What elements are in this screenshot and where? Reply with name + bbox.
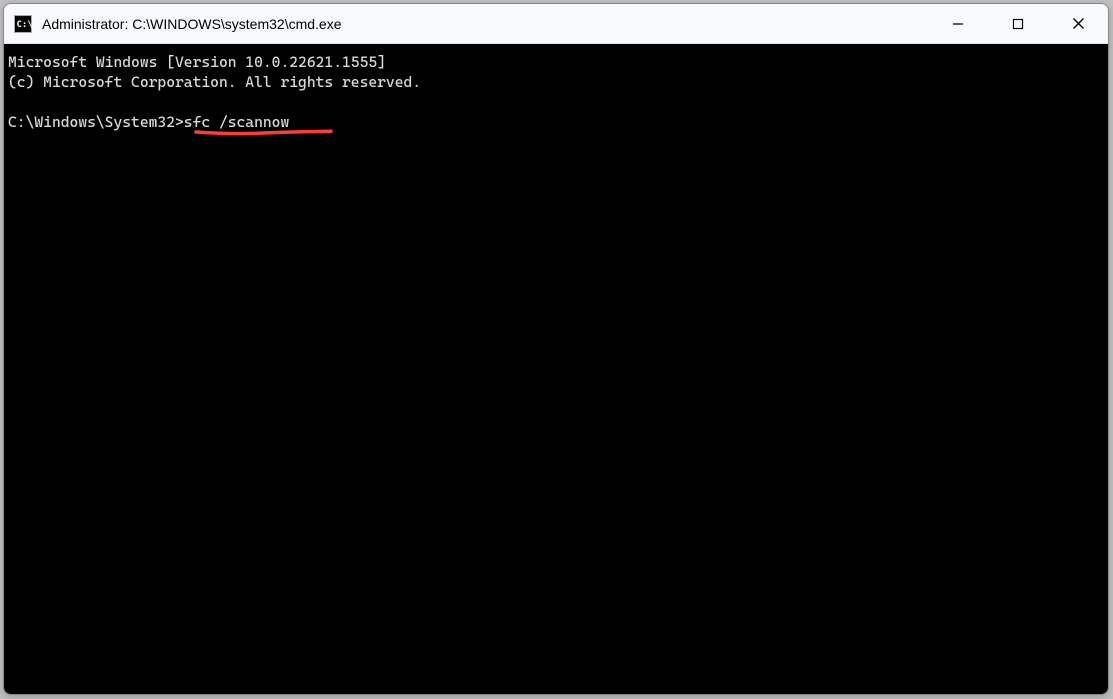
titlebar[interactable]: C:\ Administrator: C:\WINDOWS\system32\c…: [4, 4, 1108, 44]
maximize-button[interactable]: [988, 4, 1048, 43]
terminal-area[interactable]: Microsoft Windows [Version 10.0.22621.15…: [4, 44, 1108, 694]
terminal-command: sfc /scannow: [184, 113, 289, 131]
maximize-icon: [1012, 18, 1024, 30]
terminal-blank-line: [8, 92, 1108, 112]
terminal-prompt: C:\Windows\System32>: [8, 113, 184, 131]
close-icon: [1072, 17, 1085, 30]
cmd-icon: C:\: [14, 15, 32, 33]
window-title: Administrator: C:\WINDOWS\system32\cmd.e…: [42, 16, 928, 32]
terminal-prompt-line: C:\Windows\System32>sfc /scannow: [8, 112, 1108, 132]
cmd-window: C:\ Administrator: C:\WINDOWS\system32\c…: [3, 3, 1109, 695]
terminal-line-version: Microsoft Windows [Version 10.0.22621.15…: [8, 52, 1108, 72]
svg-text:C:\: C:\: [17, 20, 33, 30]
close-button[interactable]: [1048, 4, 1108, 43]
window-controls: [928, 4, 1108, 43]
minimize-button[interactable]: [928, 4, 988, 43]
minimize-icon: [952, 18, 964, 30]
terminal-line-copyright: (c) Microsoft Corporation. All rights re…: [8, 72, 1108, 92]
